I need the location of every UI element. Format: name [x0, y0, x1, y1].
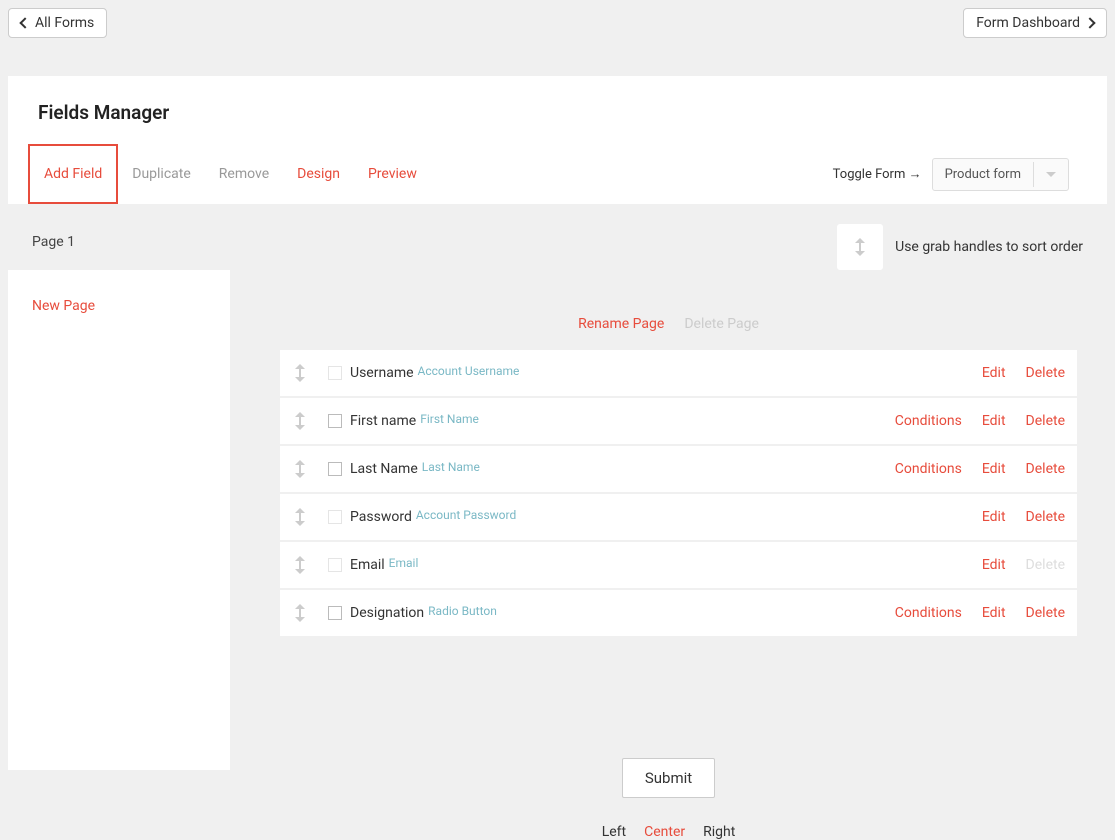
tab-design[interactable]: Design: [283, 144, 354, 204]
tab-duplicate[interactable]: Duplicate: [118, 144, 205, 204]
fields-list: UsernameAccount UsernameEditDeleteFirst …: [280, 350, 1077, 636]
field-name: Password: [350, 509, 412, 525]
drag-handle-icon: [293, 556, 307, 574]
all-forms-label: All Forms: [35, 15, 94, 31]
field-checkbox-wrap[interactable]: [320, 414, 350, 428]
checkbox-icon: [328, 366, 342, 380]
drag-handle-icon: [853, 238, 867, 256]
field-checkbox-wrap[interactable]: [320, 558, 350, 572]
drag-icon-box: [837, 224, 883, 270]
edit-link[interactable]: Edit: [982, 461, 1006, 477]
drag-handle[interactable]: [280, 364, 320, 382]
delete-link: Delete: [1026, 557, 1065, 573]
field-row: Last Name Last Name Conditions Edit Delete: [280, 446, 1077, 492]
field-row: Username Account Username Edit Delete: [280, 350, 1077, 396]
field-desc: Account Password: [416, 508, 516, 522]
submit-button[interactable]: Submit: [622, 758, 715, 798]
field-row: Email Email Edit Delete: [280, 542, 1077, 588]
field-name: Username: [350, 365, 414, 381]
drag-handle-icon: [293, 604, 307, 622]
field-row: Password Account Password Edit Delete: [280, 494, 1077, 540]
chevron-right-icon: [1084, 17, 1095, 28]
drag-handle[interactable]: [280, 508, 320, 526]
drag-handle-icon: [293, 364, 307, 382]
drag-handle-icon: [293, 412, 307, 430]
tab-preview[interactable]: Preview: [354, 144, 431, 204]
field-name: Designation: [350, 605, 424, 621]
checkbox-icon: [328, 414, 342, 428]
toggle-form-label: Toggle Form →: [833, 166, 922, 182]
delete-link[interactable]: Delete: [1026, 605, 1065, 621]
delete-link[interactable]: Delete: [1026, 365, 1065, 381]
drag-handle[interactable]: [280, 460, 320, 478]
form-dashboard-label: Form Dashboard: [976, 15, 1080, 31]
drag-handle[interactable]: [280, 604, 320, 622]
conditions-link[interactable]: Conditions: [895, 413, 962, 429]
form-select[interactable]: Product form: [932, 158, 1069, 191]
field-name: Last Name: [350, 461, 418, 477]
checkbox-icon: [328, 510, 342, 524]
page-title: Fields Manager: [8, 101, 1107, 144]
page-1-label[interactable]: Page 1: [8, 204, 230, 270]
field-checkbox-wrap[interactable]: [320, 606, 350, 620]
field-desc: Last Name: [422, 460, 480, 474]
form-dashboard-button[interactable]: Form Dashboard: [963, 8, 1107, 38]
field-desc: Radio Button: [428, 604, 497, 618]
chevron-left-icon: [19, 17, 30, 28]
new-page-link[interactable]: New Page: [32, 298, 95, 314]
edit-link[interactable]: Edit: [982, 365, 1006, 381]
tab-remove[interactable]: Remove: [205, 144, 283, 204]
field-checkbox-wrap[interactable]: [320, 462, 350, 476]
field-name: Email: [350, 557, 385, 573]
delete-page-link: Delete Page: [684, 316, 759, 332]
field-row: Designation Radio Button Conditions Edit Del…: [280, 590, 1077, 636]
delete-link[interactable]: Delete: [1026, 509, 1065, 525]
field-checkbox-wrap[interactable]: [320, 510, 350, 524]
form-select-value: Product form: [933, 159, 1033, 190]
align-left[interactable]: Left: [602, 824, 626, 840]
drag-handle[interactable]: [280, 556, 320, 574]
field-name: First name: [350, 413, 416, 429]
delete-link[interactable]: Delete: [1026, 413, 1065, 429]
conditions-link[interactable]: Conditions: [895, 461, 962, 477]
conditions-link[interactable]: Conditions: [895, 605, 962, 621]
drag-handle-icon: [293, 460, 307, 478]
field-desc: First Name: [420, 412, 479, 426]
checkbox-icon: [328, 462, 342, 476]
drag-handle-icon: [293, 508, 307, 526]
rename-page-link[interactable]: Rename Page: [578, 316, 664, 332]
field-desc: Account Username: [418, 364, 520, 378]
field-checkbox-wrap[interactable]: [320, 366, 350, 380]
edit-link[interactable]: Edit: [982, 509, 1006, 525]
edit-link[interactable]: Edit: [982, 557, 1006, 573]
sort-hint-text: Use grab handles to sort order: [895, 239, 1083, 255]
delete-link[interactable]: Delete: [1026, 461, 1065, 477]
field-desc: Email: [389, 556, 419, 570]
all-forms-button[interactable]: All Forms: [8, 8, 107, 38]
edit-link[interactable]: Edit: [982, 605, 1006, 621]
drag-handle[interactable]: [280, 412, 320, 430]
dropdown-icon: [1033, 162, 1068, 187]
checkbox-icon: [328, 558, 342, 572]
edit-link[interactable]: Edit: [982, 413, 1006, 429]
align-right[interactable]: Right: [703, 824, 735, 840]
tab-add-field[interactable]: Add Field: [28, 144, 118, 204]
field-row: First name First Name Conditions Edit Delete: [280, 398, 1077, 444]
checkbox-icon: [328, 606, 342, 620]
align-center[interactable]: Center: [644, 824, 685, 840]
